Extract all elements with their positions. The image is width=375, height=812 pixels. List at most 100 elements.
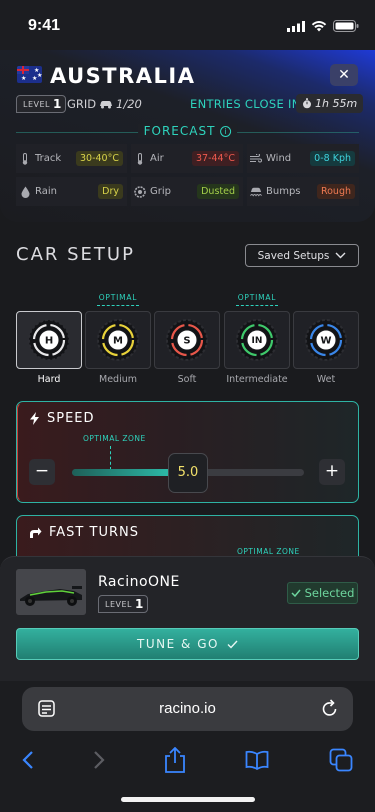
tyre-option-wet[interactable]: W [293,311,359,369]
tyre-optimal-label: OPTIMAL [224,293,290,306]
car-setup-title: CAR SETUP [16,244,135,265]
tyre-letter: W [320,336,331,347]
fast-turns-optimal-zone-label: OPTIMAL ZONE [237,547,300,556]
back-button[interactable] [13,747,43,773]
forecast-title-text: FORECAST [143,124,216,138]
speed-title: SPEED [29,411,95,426]
status-icons [287,20,359,32]
tyre-letter: M [113,336,123,347]
info-icon[interactable]: i [220,125,232,137]
forecast-label: Air [150,153,164,164]
car-level-value: 1 [135,597,144,611]
tabs-icon [329,748,353,772]
browser-toolbar: racino.io [0,681,375,812]
tyre-label: Wet [316,374,336,385]
forecast-value: 0-8 Kph [310,151,355,166]
tyre-option-soft[interactable]: S [154,311,220,369]
battery-icon [333,20,359,32]
tyre-letter: H [45,336,53,347]
tyre-option-medium[interactable]: M [85,311,151,369]
chevron-down-icon [335,252,346,259]
tyre-icon: H [28,319,70,361]
wifi-icon [311,20,327,31]
tyre-option-intermediate[interactable]: IN [224,311,290,369]
speed-title-text: SPEED [47,411,95,426]
status-time: 9:41 [28,17,61,34]
speed-card: SPEED OPTIMAL ZONE − 5.0 + [16,401,359,503]
tyre-icon: S [166,319,208,361]
car-bumps-icon [250,186,262,198]
forecast-item-air: Air 37-44°C [131,144,243,173]
saved-setups-dropdown[interactable]: Saved Setups [245,244,359,267]
address-bar[interactable]: racino.io [22,687,353,731]
forecast-title[interactable]: FORECAST i [137,124,238,138]
forecast-label: Rain [35,186,57,197]
entries-close-label: ENTRIES CLOSE IN [190,97,301,111]
thermometer-icon [19,152,31,165]
selected-badge[interactable]: Selected [287,582,358,604]
bookmarks-button[interactable] [242,747,272,773]
car-image [16,569,86,615]
selected-label: Selected [304,586,355,600]
tyre-option-hard[interactable]: H [16,311,82,369]
tyre-icon: M [97,319,139,361]
url-text: racino.io [159,700,216,717]
tyre-label: Hard [37,374,61,385]
tune-and-go-button[interactable]: TUNE & GO [16,628,359,660]
tyre-label: Intermediate [226,374,288,385]
tyre-optimal-label: OPTIMAL [85,293,151,306]
forecast-section: FORECAST i Track 30-40°C Air 37-44°C Wind 0-8… [16,122,359,212]
forecast-item-rain: Rain Dry [16,177,127,206]
close-button[interactable]: ✕ [330,64,358,86]
australia-flag-icon: ★ ★ ★ ★ [17,66,42,83]
car-level-label: LEVEL [105,599,132,609]
lightning-icon [30,412,39,425]
car-name: RacinoONE [98,574,180,590]
entries-countdown: 1h 55m [296,94,364,113]
checkmark-icon [291,589,301,597]
status-bar: 9:41 [0,0,375,50]
tyre-label: Soft [177,374,197,385]
wind-icon [250,153,262,165]
grid-label: GRID [67,97,97,111]
reload-icon[interactable] [321,699,339,718]
tyre-selector: H Hard OPTIMAL M Medium S Soft OPTIMAL IN Interme… [16,290,359,390]
forecast-item-bumps: Bumps Rough [247,177,359,206]
tyre-icon: W [305,319,347,361]
speed-increase-button[interactable]: + [319,459,345,485]
forecast-label: Bumps [266,186,301,197]
forecast-item-track: Track 30-40°C [16,144,127,173]
forecast-value: Dusted [197,184,239,199]
optimal-zone-marker [110,446,111,470]
fast-turns-title: FAST TURNS [29,525,139,540]
car-selection-sheet: RacinoONE LEVEL 1 Selected TUNE & GO [0,556,375,681]
level-label: LEVEL [23,99,50,109]
grid-position: 1/20 [116,97,142,111]
home-indicator [121,797,255,802]
speed-decrease-button[interactable]: − [29,459,55,485]
forecast-label: Grip [150,186,171,197]
entries-time-value: 1h 55m [315,97,358,110]
forecast-value: Rough [316,184,355,199]
fast-turns-title-text: FAST TURNS [49,525,139,540]
tyre-letter: S [183,336,190,347]
tabs-button[interactable] [326,747,356,773]
tyre-letter: IN [252,336,263,346]
forecast-item-wind: Wind 0-8 Kph [247,144,359,173]
car-icon [100,101,112,109]
forecast-value: Dry [98,184,123,199]
thermometer-icon [134,152,146,165]
turn-arrow-icon [30,527,42,538]
race-header: ★ ★ ★ ★ AUSTRALIA ✕ LEVEL 1 GRID 1/20 EN… [0,50,375,222]
forecast-value: 30-40°C [76,151,123,166]
optimal-zone-label: OPTIMAL ZONE [83,434,146,443]
forecast-value: 37-44°C [192,151,239,166]
level-badge: LEVEL 1 [16,95,67,113]
speed-slider-thumb[interactable]: 5.0 [168,453,208,493]
share-button[interactable] [160,747,190,773]
forecast-grid: Track 30-40°C Air 37-44°C Wind 0-8 Kph Rain Dry… [16,144,359,206]
forward-button[interactable] [84,747,114,773]
forecast-label: Track [35,153,62,164]
raindrop-icon [19,186,31,198]
tyre-grip-icon [134,185,146,198]
